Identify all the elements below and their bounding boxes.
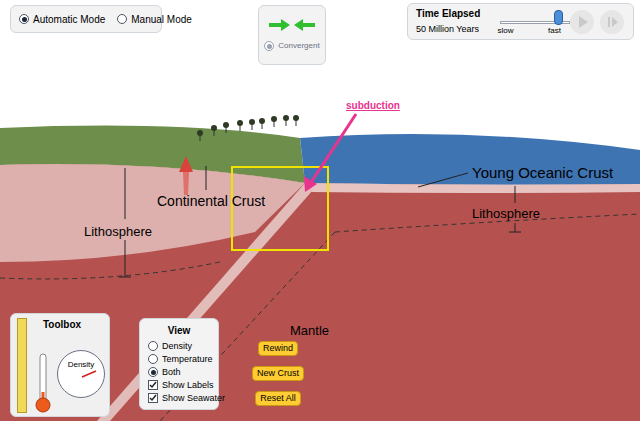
time-panel: Time Elapsed 50 Million Years slow fast: [407, 3, 634, 40]
action-button[interactable]: New Crust: [252, 366, 304, 381]
view-radio[interactable]: Both: [148, 367, 210, 377]
gauge-needle-icon: [58, 351, 106, 399]
density-gauge[interactable]: Density: [57, 350, 105, 398]
toolbox-title: Toolbox: [43, 317, 81, 332]
convergent-radio[interactable]: Convergent: [264, 40, 319, 52]
oceanic-crust-label: Young Oceanic Crust: [472, 162, 613, 185]
tree-icon: [293, 115, 299, 126]
tree-icon: [249, 119, 255, 130]
ruler-icon[interactable]: [17, 318, 27, 413]
checkbox-icon: [148, 380, 158, 390]
convergent-arrows-icon: [267, 18, 317, 32]
mantle: [0, 164, 640, 421]
view-radio[interactable]: Density: [148, 341, 210, 351]
thermometer-icon[interactable]: [35, 352, 51, 414]
lithosphere-label: Lithosphere: [84, 222, 152, 242]
radio-icon: [19, 14, 29, 24]
volcano: [179, 156, 193, 172]
radio-icon: [148, 341, 158, 351]
view-panel: View Density Temperature Both Show Labels Sho…: [139, 318, 219, 410]
oceanic-crust: [305, 183, 640, 193]
step-icon[interactable]: [599, 9, 625, 35]
tree-icon: [283, 115, 289, 126]
slab-boundary: [160, 232, 335, 421]
subduction-label: subduction: [346, 98, 400, 113]
view-title: View: [168, 323, 191, 338]
action-button[interactable]: Rewind: [258, 341, 298, 356]
mantle-label: Mantle: [290, 321, 329, 341]
radio-icon: [264, 41, 274, 51]
density-gauge-label: Density: [68, 361, 95, 369]
speed-slider[interactable]: slow fast: [498, 7, 561, 37]
action-buttons: Rewind New Crust Reset All: [247, 341, 309, 406]
time-title: Time Elapsed: [416, 8, 490, 21]
seawater: [300, 134, 640, 185]
radio-icon: [148, 367, 158, 377]
tree-icon: [223, 122, 229, 133]
tree-icon: [197, 130, 203, 141]
view-checkbox[interactable]: Show Seawater: [148, 393, 210, 403]
mode-panel: Automatic ModeManual Mode: [10, 5, 162, 33]
mode-radio[interactable]: Automatic Mode: [19, 12, 105, 27]
subducting-slab: [97, 183, 313, 421]
play-icon[interactable]: [569, 9, 595, 35]
sky: [0, 0, 640, 421]
view-radio[interactable]: Temperature: [148, 354, 210, 364]
tree-icon: [259, 118, 265, 129]
magma: [183, 172, 189, 195]
annotation-arrow-icon: [304, 114, 356, 192]
action-button[interactable]: Reset All: [255, 391, 301, 406]
mode-radio[interactable]: Manual Mode: [117, 12, 192, 27]
time-value: 50 Million Years: [416, 24, 490, 35]
slow-label: slow: [498, 25, 514, 37]
checkbox-icon: [148, 393, 158, 403]
tree-icon: [237, 120, 243, 131]
tree-icon: [211, 125, 217, 136]
tree-icon: [271, 116, 277, 127]
motion-panel: Convergent: [258, 5, 326, 65]
radio-icon: [148, 354, 158, 364]
slider-thumb[interactable]: [554, 10, 563, 25]
plate-tectonics-sim: Automatic ModeManual ModeConvergentTime …: [0, 0, 640, 421]
continental-crust-label: Continental Crust: [157, 191, 265, 212]
lithosphere-boundary: [0, 262, 220, 279]
lithosphere-bracket: [119, 166, 521, 277]
radio-icon: [117, 14, 127, 24]
view-checkbox[interactable]: Show Labels: [148, 380, 210, 390]
lithosphere-label: Lithosphere: [472, 204, 540, 224]
toolbox-panel: Toolbox Density: [10, 313, 110, 417]
fast-label: fast: [548, 25, 561, 37]
